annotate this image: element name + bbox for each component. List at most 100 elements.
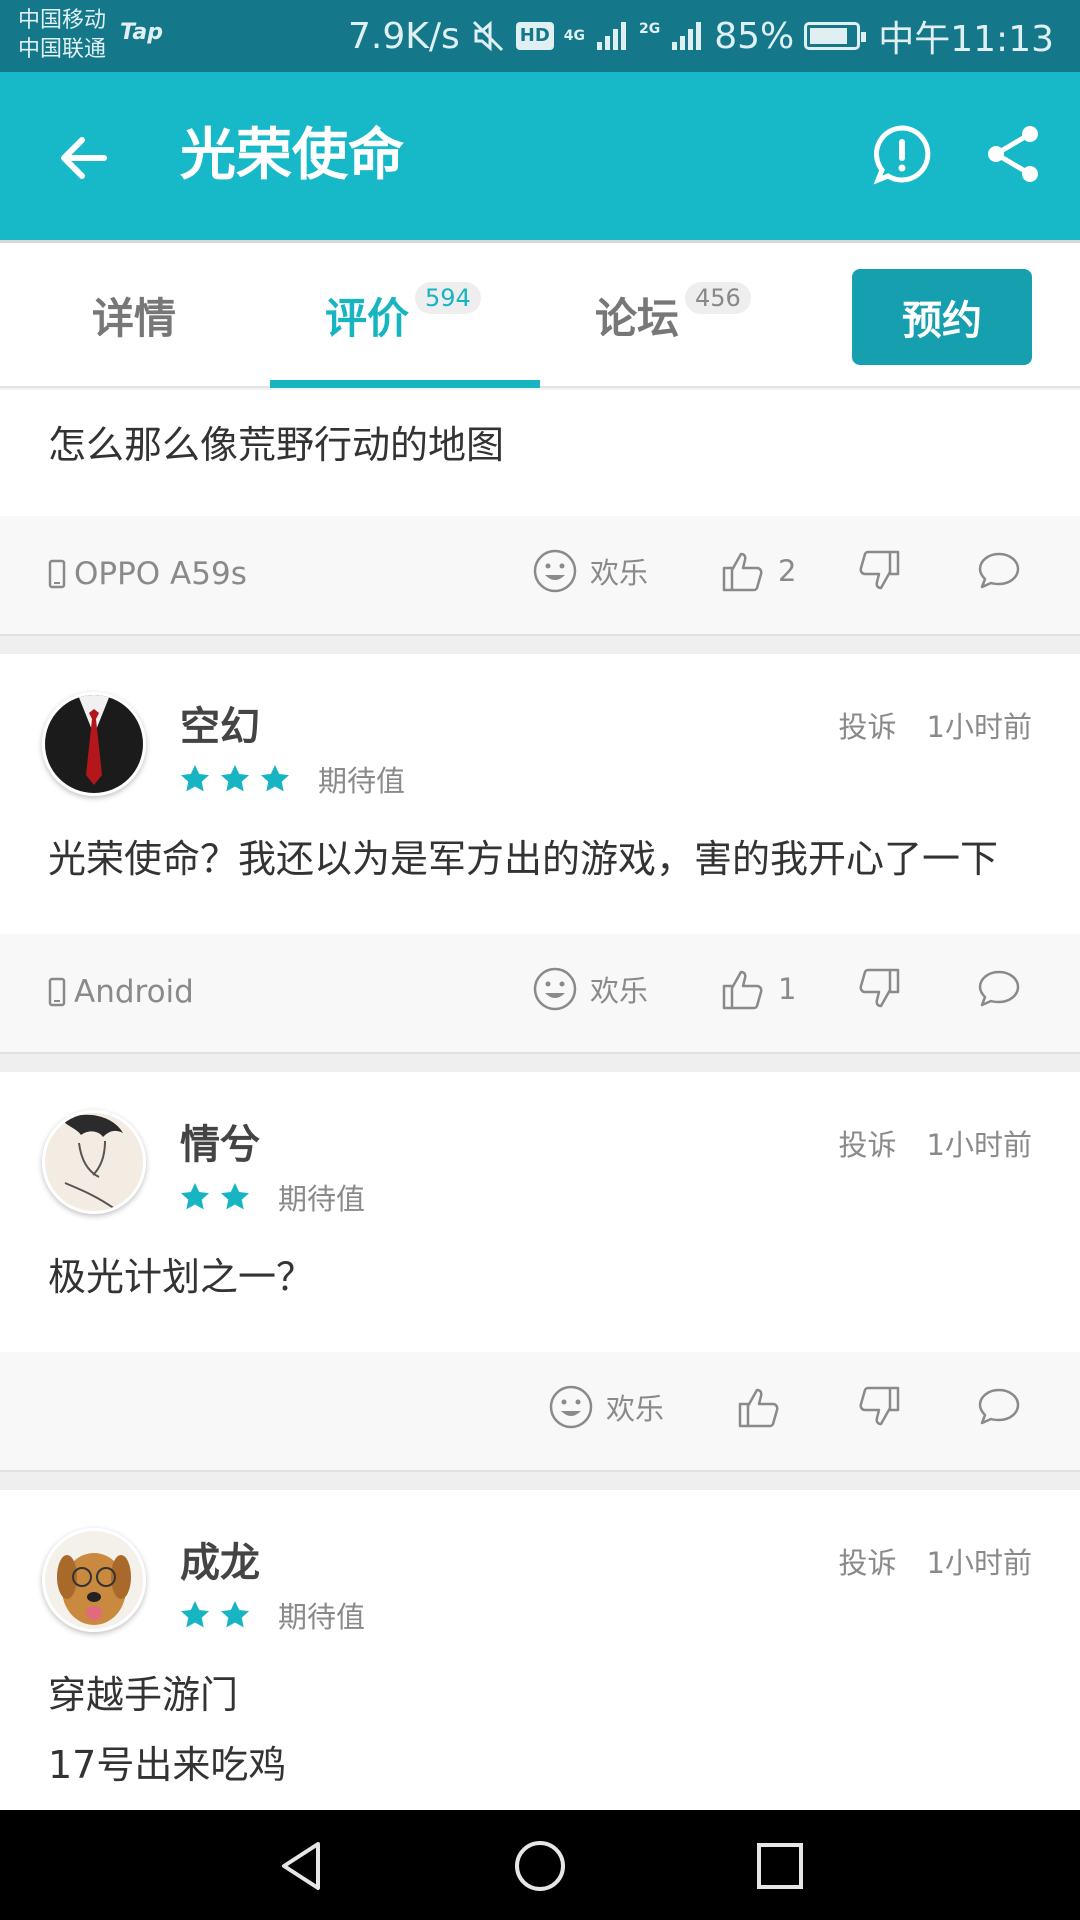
share-button[interactable] [982, 122, 1046, 186]
review-actions: OPPO A59s 欢乐 2 [0, 516, 1080, 636]
mood-label: 欢乐 [590, 556, 649, 590]
signal-4g-icon: 4G [563, 28, 585, 44]
active-tab-indicator [270, 380, 540, 388]
review-header: 成龙 期待值 投诉 1小时前 [0, 1490, 1080, 1660]
review-time: 1小时前 [926, 1128, 1032, 1162]
review-time: 1小时前 [926, 710, 1032, 744]
system-nav-bar [0, 1810, 1080, 1920]
phone-icon [48, 977, 66, 1007]
user-name[interactable]: 情兮 [180, 1112, 260, 1170]
thumbs-up-icon [722, 552, 763, 592]
signal-bars-icon-2 [670, 20, 704, 52]
tap-app-badge: Tap [120, 20, 163, 45]
mute-icon [470, 18, 506, 54]
review-text: 穿越手游门 17号出来吃鸡 [48, 1673, 287, 1787]
review-text: 怎么那么像荒野行动的地图 [48, 423, 505, 467]
smile-icon [533, 967, 577, 1011]
tab-reviews-count: 594 [415, 281, 481, 314]
nav-home-icon[interactable] [508, 1834, 572, 1898]
star-icon [221, 765, 249, 792]
nav-back-icon[interactable] [270, 1834, 334, 1898]
star-icon [181, 1601, 209, 1628]
mood-label: 欢乐 [606, 1392, 665, 1426]
network-speed: 7.9K/s [348, 15, 460, 57]
comment-button[interactable] [976, 966, 1022, 1012]
dislike-button[interactable] [856, 1384, 902, 1430]
battery-percent: 85% [714, 15, 795, 57]
mood-button[interactable]: 欢乐 [532, 966, 648, 1012]
reserve-button[interactable]: 预约 [852, 269, 1032, 365]
thumbs-down-icon [859, 968, 900, 1008]
avatar[interactable] [42, 1528, 146, 1632]
review-text: 极光计划之一？ [48, 1255, 315, 1299]
nav-recents-icon[interactable] [748, 1834, 812, 1898]
tab-details-label: 详情 [92, 294, 177, 343]
tab-details[interactable]: 详情 [92, 243, 176, 388]
rating-stars: 期待值 [180, 758, 405, 800]
star-icon [221, 1183, 249, 1210]
review-card: 情兮 期待值 投诉 1小时前 极光计划之一？ 欢乐 [0, 1072, 1080, 1472]
smile-icon [533, 549, 577, 593]
comment-button[interactable] [976, 548, 1022, 594]
back-button[interactable] [48, 122, 120, 194]
status-bar: 中国移动 中国联通 Tap 7.9K/s HD 4G 2G 85% 中午11:1… [0, 0, 1080, 72]
review-header: 情兮 期待值 投诉 1小时前 [0, 1072, 1080, 1242]
device-info: Android [48, 974, 194, 1010]
comment-icon [978, 1388, 1020, 1425]
smile-icon [549, 1385, 593, 1429]
device-name: Android [74, 974, 194, 1010]
like-button[interactable]: 1 [720, 966, 796, 1012]
carrier-info: 中国移动 中国联通 [18, 6, 106, 64]
review-card: 空幻 期待值 投诉 1小时前 光荣使命？我还以为是军方出的游戏，害的我开心了一下… [0, 654, 1080, 1054]
tab-forum-count: 456 [685, 281, 751, 314]
tab-reviews[interactable]: 评价 594 [325, 243, 481, 388]
expect-label: 期待值 [318, 764, 406, 798]
like-count: 1 [778, 972, 797, 1006]
thumbs-down-icon [859, 550, 900, 590]
like-button[interactable] [736, 1384, 782, 1430]
tab-bar: 详情 评价 594 论坛 456 预约 [0, 240, 1080, 388]
clock: 中午11:13 [878, 19, 1054, 60]
report-link[interactable]: 投诉 [839, 1540, 897, 1582]
dislike-button[interactable] [856, 966, 902, 1012]
review-card: 怎么那么像荒野行动的地图 OPPO A59s 欢乐 2 [0, 390, 1080, 636]
star-icon [181, 1183, 209, 1210]
device-name: OPPO A59s [74, 556, 247, 592]
report-button[interactable] [870, 122, 934, 186]
thumbs-up-icon [722, 970, 763, 1010]
page-title: 光荣使命 [180, 123, 404, 188]
device-info: OPPO A59s [48, 556, 247, 592]
dislike-button[interactable] [856, 548, 902, 594]
like-button[interactable]: 2 [720, 548, 796, 594]
star-icon [181, 765, 209, 792]
comment-icon [978, 552, 1020, 589]
comment-button[interactable] [976, 1384, 1022, 1430]
thumbs-up-icon [738, 1388, 779, 1428]
mood-button[interactable]: 欢乐 [548, 1384, 664, 1430]
card-divider [0, 1054, 1080, 1072]
rating-stars: 期待值 [180, 1594, 365, 1636]
app-toolbar: 光荣使命 [0, 72, 1080, 240]
expect-label: 期待值 [278, 1600, 366, 1634]
battery-icon [804, 22, 867, 50]
report-link[interactable]: 投诉 [839, 1122, 897, 1164]
card-divider [0, 636, 1080, 654]
rating-stars: 期待值 [180, 1176, 365, 1218]
user-name[interactable]: 空幻 [180, 694, 260, 752]
avatar[interactable] [42, 692, 146, 796]
like-count: 2 [778, 554, 797, 588]
star-icon [221, 1601, 249, 1628]
mood-button[interactable]: 欢乐 [532, 548, 648, 594]
exclamation-circle-icon [873, 125, 931, 185]
mood-label: 欢乐 [590, 974, 649, 1008]
user-name[interactable]: 成龙 [180, 1530, 260, 1588]
review-feed[interactable]: 怎么那么像荒野行动的地图 OPPO A59s 欢乐 2 空幻 期待值 投诉 1小… [0, 390, 1080, 1810]
signal-bars-icon-1 [595, 20, 629, 52]
avatar[interactable] [42, 1110, 146, 1214]
share-icon [988, 126, 1038, 182]
report-link[interactable]: 投诉 [839, 704, 897, 746]
star-icon [261, 765, 289, 792]
tab-forum[interactable]: 论坛 456 [595, 243, 751, 388]
arrow-left-icon [61, 137, 107, 179]
signal-2g-icon: 2G [639, 21, 661, 37]
